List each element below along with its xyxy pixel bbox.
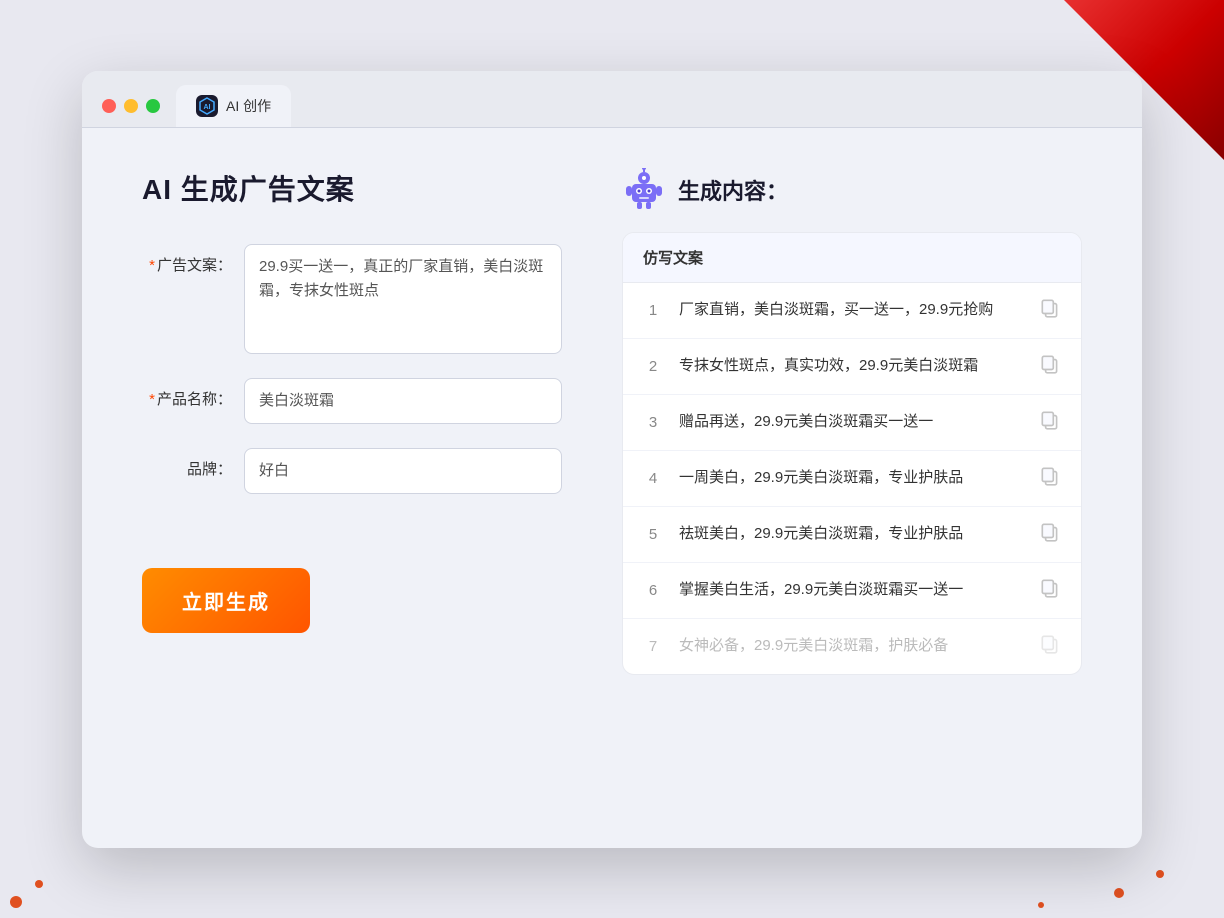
minimize-button[interactable] [124,99,138,113]
left-panel: AI 生成广告文案 *广告文案： 29.9买一送一，真正的厂家直销，美白淡斑霜，… [142,168,562,808]
browser-content: AI 生成广告文案 *广告文案： 29.9买一送一，真正的厂家直销，美白淡斑霜，… [82,128,1142,848]
generate-button[interactable]: 立即生成 [142,568,310,633]
tab-ai-icon: AI [196,95,218,117]
ad-copy-group: *广告文案： 29.9买一送一，真正的厂家直销，美白淡斑霜，专抹女性斑点 [142,244,562,354]
results-container: 1 厂家直销，美白淡斑霜，买一送一，29.9元抢购 2 专抹女性斑点，真实功效，29… [623,283,1081,674]
result-text: 祛斑美白，29.9元美白淡斑霜，专业护肤品 [679,523,1023,546]
result-title: 生成内容： [678,174,788,206]
copy-icon[interactable] [1039,633,1061,660]
ad-copy-label: *广告文案： [142,244,232,275]
brand-group: 品牌： [142,448,562,494]
browser-window: AI AI 创作 AI 生成广告文案 *广告文案： 29.9买一送一，真正的厂家… [82,71,1142,848]
result-row: 4 一周美白，29.9元美白淡斑霜，专业护肤品 [623,451,1081,507]
result-table-header: 仿写文案 [623,233,1081,283]
close-button[interactable] [102,99,116,113]
result-row: 3 赠品再送，29.9元美白淡斑霜买一送一 [623,395,1081,451]
result-table: 仿写文案 1 厂家直销，美白淡斑霜，买一送一，29.9元抢购 2 专抹女性斑点，真实… [622,232,1082,675]
result-num: 6 [643,582,663,599]
result-text: 一周美白，29.9元美白淡斑霜，专业护肤品 [679,467,1023,490]
result-text: 掌握美白生活，29.9元美白淡斑霜买一送一 [679,579,1023,602]
result-num: 1 [643,302,663,319]
result-text: 赠品再送，29.9元美白淡斑霜买一送一 [679,411,1023,434]
result-row: 7 女神必备，29.9元美白淡斑霜，护肤必备 [623,619,1081,674]
result-header: 生成内容： [622,168,1082,212]
robot-icon [622,168,666,212]
result-text: 厂家直销，美白淡斑霜，买一送一，29.9元抢购 [679,299,1023,322]
result-num: 7 [643,638,663,655]
ai-hex-svg: AI [198,97,216,115]
product-name-group: *产品名称： [142,378,562,424]
product-name-input[interactable] [244,378,562,424]
copy-icon[interactable] [1039,521,1061,548]
active-tab[interactable]: AI AI 创作 [176,85,291,127]
copy-icon[interactable] [1039,577,1061,604]
required-star-2: * [149,391,155,408]
copy-icon[interactable] [1039,353,1061,380]
maximize-button[interactable] [146,99,160,113]
copy-icon[interactable] [1039,297,1061,324]
ad-copy-input[interactable]: 29.9买一送一，真正的厂家直销，美白淡斑霜，专抹女性斑点 [244,244,562,354]
copy-icon[interactable] [1039,409,1061,436]
result-row: 1 厂家直销，美白淡斑霜，买一送一，29.9元抢购 [623,283,1081,339]
tab-label: AI 创作 [226,96,271,116]
copy-icon[interactable] [1039,465,1061,492]
browser-titlebar: AI AI 创作 [82,71,1142,128]
window-controls [102,99,160,127]
product-name-label: *产品名称： [142,378,232,409]
brand-label: 品牌： [142,448,232,479]
result-num: 2 [643,358,663,375]
result-num: 3 [643,414,663,431]
result-row: 2 专抹女性斑点，真实功效，29.9元美白淡斑霜 [623,339,1081,395]
decorative-dot-3 [1038,902,1044,908]
brand-input[interactable] [244,448,562,494]
right-panel: 生成内容： 仿写文案 1 厂家直销，美白淡斑霜，买一送一，29.9元抢购 2 专抹女… [622,168,1082,808]
result-row: 6 掌握美白生活，29.9元美白淡斑霜买一送一 [623,563,1081,619]
page-title: AI 生成广告文案 [142,168,562,208]
result-num: 4 [643,470,663,487]
svg-text:AI: AI [204,104,211,111]
result-text: 女神必备，29.9元美白淡斑霜，护肤必备 [679,635,1023,658]
decorative-dot-2 [1156,870,1164,878]
result-row: 5 祛斑美白，29.9元美白淡斑霜，专业护肤品 [623,507,1081,563]
result-text: 专抹女性斑点，真实功效，29.9元美白淡斑霜 [679,355,1023,378]
decorative-corner-bl [0,858,60,918]
decorative-dot-1 [1114,888,1124,898]
required-star-1: * [149,257,155,274]
result-num: 5 [643,526,663,543]
